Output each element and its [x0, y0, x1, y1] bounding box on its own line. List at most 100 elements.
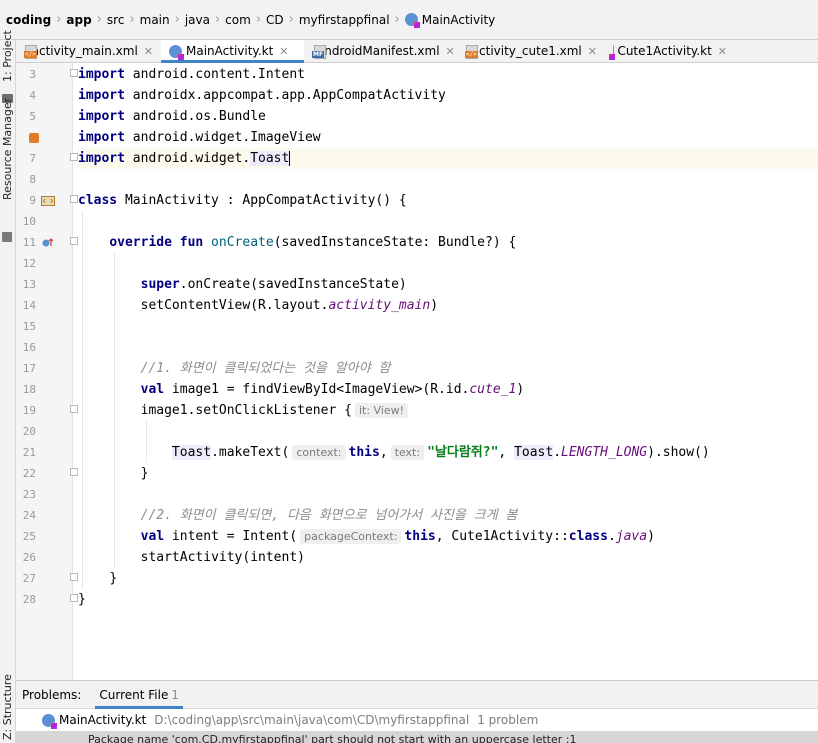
code-area[interactable]: import android.content.Intent import and… — [78, 63, 818, 680]
breadcrumb-item-src[interactable]: src — [107, 13, 125, 27]
tab-current-file[interactable]: Current File 1 — [95, 681, 183, 709]
code-text: ) — [516, 382, 525, 397]
line-number: 11 — [22, 236, 36, 249]
tab-label: activity_cute1.xml — [471, 44, 582, 58]
code-comment: //2. 화면이 클릭되면, 다음 화면으로 넘어가서 사진을 크게 봄 — [140, 508, 518, 523]
breadcrumb-item-app[interactable]: app — [66, 13, 91, 27]
xml-file-icon — [465, 45, 476, 59]
problems-panel: Problems: Current File 1 MainActivity.kt … — [16, 680, 818, 743]
code-text: .makeText( — [211, 445, 290, 460]
breadcrumb-item-myfirstappfinal[interactable]: myfirstappfinal — [299, 13, 390, 27]
line-number: 13 — [22, 278, 36, 291]
code-line: override fun onCreate(savedInstanceState… — [78, 232, 818, 253]
fold-marker[interactable] — [70, 468, 78, 476]
fold-marker[interactable] — [70, 405, 78, 413]
code-text: } — [109, 571, 118, 586]
tab-label: Cute1Activity.kt — [617, 44, 712, 58]
tab-activity-main-xml[interactable]: activity_main.xml ✕ — [16, 40, 161, 62]
line-number: 9 — [29, 194, 36, 207]
line-number: 4 — [29, 89, 36, 102]
code-text: startActivity(intent) — [140, 550, 305, 565]
code-text: } — [140, 466, 149, 481]
highlighted-identifier: Toast — [171, 445, 212, 460]
code-text: android.content.Intent — [124, 67, 305, 82]
tab-label: Current File — [99, 687, 169, 702]
problem-file-row[interactable]: MainActivity.kt D:\coding\app\src\main\j… — [16, 709, 818, 731]
keyword: import — [78, 67, 125, 82]
keyword: class — [568, 529, 608, 544]
editor-gutter[interactable]: 3 4 5 6 7 8 9 10 11 12 13 14 15 16 17 18… — [16, 63, 78, 680]
problem-message-row[interactable]: Package name 'com.CD.myfirstappfinal' pa… — [16, 731, 818, 743]
kotlin-file-icon — [169, 44, 184, 60]
code-text: androidx.appcompat.app.AppCompatActivity — [124, 88, 446, 103]
tab-mainactivity-kt[interactable]: MainActivity.kt ✕ — [161, 40, 304, 63]
code-line: super.onCreate(savedInstanceState) — [78, 274, 818, 295]
close-icon[interactable]: ✕ — [279, 45, 288, 58]
chevron-right-icon: › — [174, 12, 180, 27]
tab-cute1activity-kt[interactable]: Cute1Activity.kt ✕ — [605, 40, 735, 62]
line-number: 7 — [29, 152, 36, 165]
code-line: //2. 화면이 클릭되면, 다음 화면으로 넘어가서 사진을 크게 봄 — [78, 505, 818, 526]
resource-manager-icon — [2, 232, 12, 242]
chevron-right-icon: › — [96, 12, 102, 27]
code-text: } — [78, 592, 86, 607]
fold-marker[interactable] — [70, 594, 78, 602]
breadcrumb-item-cd[interactable]: CD — [266, 13, 284, 27]
breadcrumb-item-main[interactable]: main — [140, 13, 170, 27]
italic-reference: java — [615, 529, 648, 544]
close-icon[interactable]: ✕ — [144, 45, 153, 58]
tab-label: MainActivity.kt — [186, 44, 274, 58]
keyword: import — [78, 109, 125, 124]
inlay-hint: it: View! — [354, 403, 409, 418]
code-editor[interactable]: 3 4 5 6 7 8 9 10 11 12 13 14 15 16 17 18… — [16, 63, 818, 680]
text-caret — [289, 151, 291, 166]
tab-androidmanifest-xml[interactable]: AndroidManifest.xml ✕ — [304, 40, 457, 62]
fold-marker[interactable] — [70, 237, 78, 245]
line-number: 23 — [22, 488, 36, 501]
close-icon[interactable]: ✕ — [718, 45, 727, 58]
keyword: import — [78, 88, 125, 103]
breadcrumb-item-coding[interactable]: coding — [6, 13, 51, 27]
line-number: 20 — [22, 425, 36, 438]
chevron-right-icon: › — [214, 12, 221, 27]
resource-manager-tool-button[interactable]: Resource Manager — [1, 98, 14, 200]
keyword: class — [78, 193, 118, 208]
line-number: 15 — [22, 320, 36, 333]
fold-marker[interactable] — [70, 153, 78, 161]
code-text: , Cute1Activity:: — [435, 529, 569, 544]
problem-message: Package name 'com.CD.myfirstappfinal' pa… — [88, 733, 577, 743]
code-text: ) — [430, 298, 439, 313]
breadcrumb-item-mainactivity[interactable]: MainActivity — [404, 12, 496, 28]
code-text: MainActivity : AppCompatActivity() { — [117, 193, 407, 208]
close-icon[interactable]: ✕ — [588, 45, 597, 58]
code-line: class MainActivity : AppCompatActivity()… — [78, 190, 818, 211]
problem-count-badge: 1 — [171, 687, 179, 702]
chevron-right-icon: › — [255, 12, 262, 27]
structure-tool-button[interactable]: Z: Structure — [1, 674, 14, 740]
code-line: import android.content.Intent — [78, 64, 818, 85]
kotlin-file-icon — [42, 713, 57, 729]
breadcrumb-item-label: MainActivity — [421, 12, 496, 27]
keyword: super — [140, 277, 180, 292]
code-line: import android.widget.ImageView — [78, 127, 818, 148]
fold-marker[interactable] — [70, 195, 78, 203]
tab-activity-cute1-xml[interactable]: activity_cute1.xml ✕ — [457, 40, 605, 62]
code-line: setContentView(R.layout.activity_main) — [78, 295, 818, 316]
line-number: 5 — [29, 110, 36, 123]
line-number: 18 — [22, 383, 36, 396]
related-files-icon[interactable] — [41, 190, 55, 211]
project-tool-button[interactable]: 1: Project — [1, 30, 14, 82]
override-method-icon[interactable] — [41, 232, 55, 253]
xml-file-icon — [24, 45, 36, 59]
close-icon[interactable]: ✕ — [446, 45, 455, 58]
problems-title: Problems: — [22, 687, 82, 702]
lightbulb-icon[interactable] — [29, 127, 39, 148]
fold-marker[interactable] — [70, 69, 78, 77]
line-number: 21 — [22, 446, 36, 459]
fold-marker[interactable] — [70, 573, 78, 581]
breadcrumb-item-com[interactable]: com — [225, 13, 251, 27]
line-number: 8 — [29, 173, 36, 186]
tab-label: AndroidManifest.xml — [316, 44, 440, 58]
line-number: 14 — [22, 299, 36, 312]
breadcrumb-item-java[interactable]: java — [185, 13, 210, 27]
